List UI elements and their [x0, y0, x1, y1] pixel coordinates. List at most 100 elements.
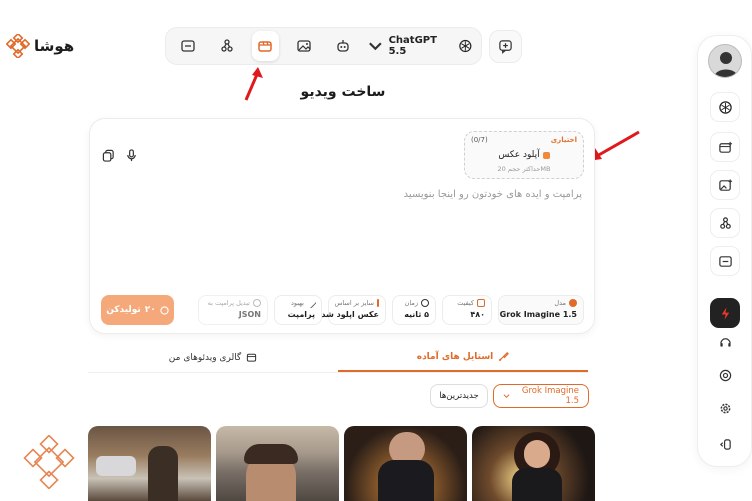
new-chat-icon: [499, 40, 512, 54]
top-toolbar: ChatGPT 5.5: [165, 27, 482, 65]
option-size[interactable]: سایز بر اساس عکس اپلود شده: [316, 295, 386, 325]
copy-icon[interactable]: [102, 149, 115, 162]
rail-brand-button[interactable]: [710, 298, 740, 328]
lightning-icon: [721, 306, 729, 320]
filter-row: Grok Imagine 1.5 جدیدترین‌ها: [430, 384, 589, 408]
option-model-value: Grok Imagine 1.5: [499, 310, 577, 319]
option-quality-label: کیفیت: [457, 299, 474, 307]
gear-icon: [720, 403, 730, 413]
user-icon: [714, 52, 738, 77]
robot-button[interactable]: [329, 31, 357, 61]
upload-image-box[interactable]: اختیاری (0/7) آپلود عکس حداکثر حجم 20MB: [464, 131, 584, 179]
option-model[interactable]: مدل Grok Imagine 1.5: [498, 295, 584, 325]
option-size-label: سایز بر اساس: [334, 299, 374, 307]
option-time-label: زمان: [404, 299, 418, 307]
option-model-label: مدل: [554, 299, 566, 307]
option-enhance-value: پرامپت: [287, 310, 315, 319]
video-gallery-icon: [247, 353, 257, 362]
brand-name: هوشا: [34, 37, 75, 55]
upload-optional-label: اختیاری: [550, 136, 577, 144]
style-thumbnail[interactable]: [344, 426, 467, 501]
logo-mark-icon: [6, 34, 30, 58]
hd-icon: [477, 299, 485, 307]
microphone-icon[interactable]: [125, 149, 138, 162]
sparkle-icon: [569, 299, 577, 307]
annotation-arrow-top: [244, 67, 263, 101]
model-selector[interactable]: ChatGPT 5.5: [368, 35, 473, 57]
tab-ready-styles-label: استایل های آماده: [416, 351, 494, 362]
chevron-down-icon: [368, 42, 382, 51]
rail-network-button[interactable]: [710, 208, 740, 238]
upload-icon: [542, 151, 550, 159]
rail-video-button[interactable]: [710, 132, 740, 162]
coin-icon: [160, 305, 169, 315]
brand-logo[interactable]: هوشا: [6, 34, 74, 58]
filter-model-label: Grok Imagine 1.5: [521, 386, 579, 406]
style-thumbnail[interactable]: [472, 426, 595, 501]
video-plus-icon: [718, 141, 732, 153]
image-plus-icon: [718, 178, 732, 191]
filter-sort-newest[interactable]: جدیدترین‌ها: [430, 384, 488, 408]
tab-my-gallery[interactable]: گالری ویدئوهای من: [88, 343, 338, 372]
generate-button[interactable]: تولیدکن ۲۰: [101, 295, 174, 325]
option-enhance-label: بهبود: [290, 299, 304, 307]
image-icon: [297, 40, 311, 52]
avatar[interactable]: [708, 44, 742, 78]
option-size-value: عکس اپلود شده: [316, 310, 379, 319]
option-json-value: JSON: [238, 310, 261, 319]
upload-label-row: آپلود عکس: [465, 150, 583, 160]
network-icon: [719, 216, 731, 229]
page-title: ساخت ویدیو: [300, 84, 386, 100]
style-thumbnail[interactable]: [216, 426, 339, 501]
options-row: مدل Grok Imagine 1.5 کیفیت ۴۸۰ زمان ۵ ثا…: [198, 295, 584, 325]
folder-icon: [181, 40, 195, 52]
model-selector-label: ChatGPT 5.5: [388, 35, 437, 57]
robot-icon: [337, 40, 349, 52]
image-button[interactable]: [290, 31, 318, 61]
openai-icon: [718, 100, 732, 114]
brush-icon: [498, 351, 510, 362]
upload-label: آپلود عکس: [498, 150, 540, 160]
folder-button[interactable]: [174, 31, 202, 61]
option-quality-value: ۴۸۰: [470, 310, 485, 319]
rail-folder-button[interactable]: [710, 246, 740, 276]
headset-icon: [719, 337, 731, 347]
resize-icon: [377, 299, 379, 307]
new-chat-button[interactable]: [489, 30, 522, 63]
rail-collapse-button[interactable]: [717, 436, 733, 452]
rail-image-button[interactable]: [710, 170, 740, 200]
prompt-input[interactable]: پرامپت و ایده های خودتون رو اینجا بنویسی…: [404, 189, 582, 200]
watermark-logo-icon: [23, 435, 75, 489]
upload-hint: حداکثر حجم 20MB: [497, 165, 551, 173]
option-json[interactable]: تبدیل پرامپت به JSON: [198, 295, 268, 325]
option-quality[interactable]: کیفیت ۴۸۰: [442, 295, 492, 325]
rail-help-button[interactable]: [717, 367, 733, 383]
tab-ready-styles[interactable]: استایل های آماده: [338, 343, 588, 372]
upload-count: (0/7): [471, 136, 488, 144]
option-enhance[interactable]: بهبود پرامپت: [274, 295, 322, 325]
network-button[interactable]: [213, 31, 241, 61]
generate-button-cost: ۲۰: [144, 305, 156, 315]
timer-icon: [421, 299, 429, 307]
option-time[interactable]: زمان ۵ ثانیه: [392, 295, 436, 325]
video-button[interactable]: [251, 31, 280, 61]
code-icon: [253, 299, 261, 307]
rail-settings-button[interactable]: [717, 400, 733, 416]
prompt-tools: [102, 149, 138, 162]
rail-support-button[interactable]: [717, 334, 733, 350]
openai-icon: [459, 39, 472, 53]
right-sidebar: [697, 35, 752, 467]
style-thumbnails: [88, 426, 595, 501]
filter-model-select[interactable]: Grok Imagine 1.5: [493, 384, 589, 408]
generate-button-label: تولیدکن: [106, 305, 141, 315]
tab-my-gallery-label: گالری ویدئوهای من: [168, 352, 242, 363]
lifebuoy-icon: [719, 369, 731, 381]
option-time-value: ۵ ثانیه: [404, 310, 429, 319]
tabs: استایل های آماده گالری ویدئوهای من: [88, 343, 588, 373]
style-thumbnail[interactable]: [88, 426, 211, 501]
chevron-down-icon: [503, 394, 510, 399]
rail-chatgpt-button[interactable]: [710, 92, 740, 122]
collapse-sidebar-icon: [719, 438, 731, 450]
option-json-label: تبدیل پرامپت به: [207, 299, 250, 307]
wand-icon: [305, 297, 317, 309]
